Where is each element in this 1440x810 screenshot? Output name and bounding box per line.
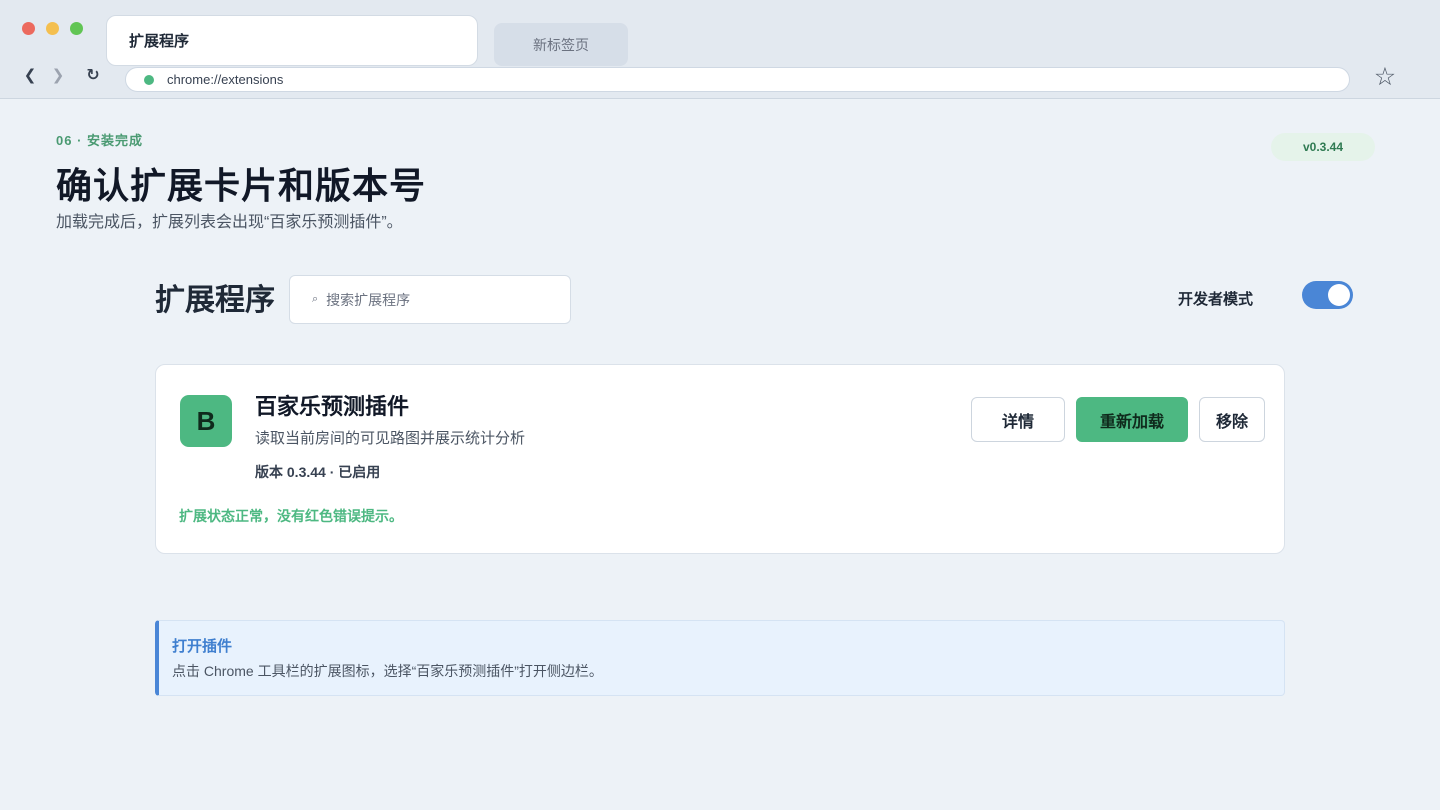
secure-indicator-icon: [144, 74, 154, 85]
info-callout: 打开插件 点击 Chrome 工具栏的扩展图标，选择“百家乐预测插件”打开侧边栏…: [155, 620, 1285, 696]
page-title: 确认扩展卡片和版本号: [56, 165, 427, 206]
page-subtitle: 加载完成后，扩展列表会出现“百家乐预测插件”。: [56, 214, 403, 231]
search-box[interactable]: ⌕: [289, 275, 571, 324]
developer-mode-label: 开发者模式: [1178, 291, 1254, 308]
tab-label: 新标签页: [533, 36, 589, 53]
extension-version: 版本 0.3.44 · 已启用: [255, 464, 381, 480]
version-badge: v0.3.44: [1271, 133, 1375, 161]
reload-button[interactable]: 重新加载: [1076, 397, 1188, 442]
reload-icon[interactable]: ↻: [83, 64, 103, 86]
search-input[interactable]: [326, 291, 547, 308]
minimize-window-button[interactable]: [46, 22, 59, 35]
developer-mode-toggle[interactable]: [1302, 281, 1353, 309]
url-text: chrome://extensions: [167, 72, 284, 87]
search-icon: ⌕: [312, 293, 319, 305]
tab-new-tab[interactable]: 新标签页: [494, 23, 628, 66]
extension-description: 读取当前房间的可见路图并展示统计分析: [255, 430, 526, 447]
extensions-heading: 扩展程序: [155, 284, 275, 317]
close-window-button[interactable]: [22, 22, 35, 35]
toggle-knob: [1328, 284, 1350, 306]
extension-status: 扩展状态正常，没有红色错误提示。: [179, 508, 403, 524]
info-title: 打开插件: [172, 638, 233, 655]
extension-card: B 百家乐预测插件 读取当前房间的可见路图并展示统计分析 版本 0.3.44 ·…: [155, 364, 1285, 554]
details-button[interactable]: 详情: [971, 397, 1065, 442]
extension-name: 百家乐预测插件: [255, 394, 410, 419]
bookmark-star-icon[interactable]: ☆: [1372, 62, 1398, 92]
forward-icon[interactable]: ❯: [48, 64, 68, 86]
address-bar[interactable]: chrome://extensions: [125, 67, 1350, 92]
browser-chrome: 扩展程序 新标签页 ❮ ❯ ↻ chrome://extensions ☆: [0, 0, 1440, 99]
remove-button[interactable]: 移除: [1199, 397, 1265, 442]
step-label: 06 · 安装完成: [56, 133, 144, 148]
maximize-window-button[interactable]: [70, 22, 83, 35]
back-icon[interactable]: ❮: [20, 64, 40, 86]
extension-logo-icon: B: [180, 395, 232, 447]
tab-extensions[interactable]: 扩展程序: [106, 15, 478, 66]
info-text: 点击 Chrome 工具栏的扩展图标，选择“百家乐预测插件”打开侧边栏。: [172, 663, 603, 679]
tab-label: 扩展程序: [129, 33, 190, 50]
